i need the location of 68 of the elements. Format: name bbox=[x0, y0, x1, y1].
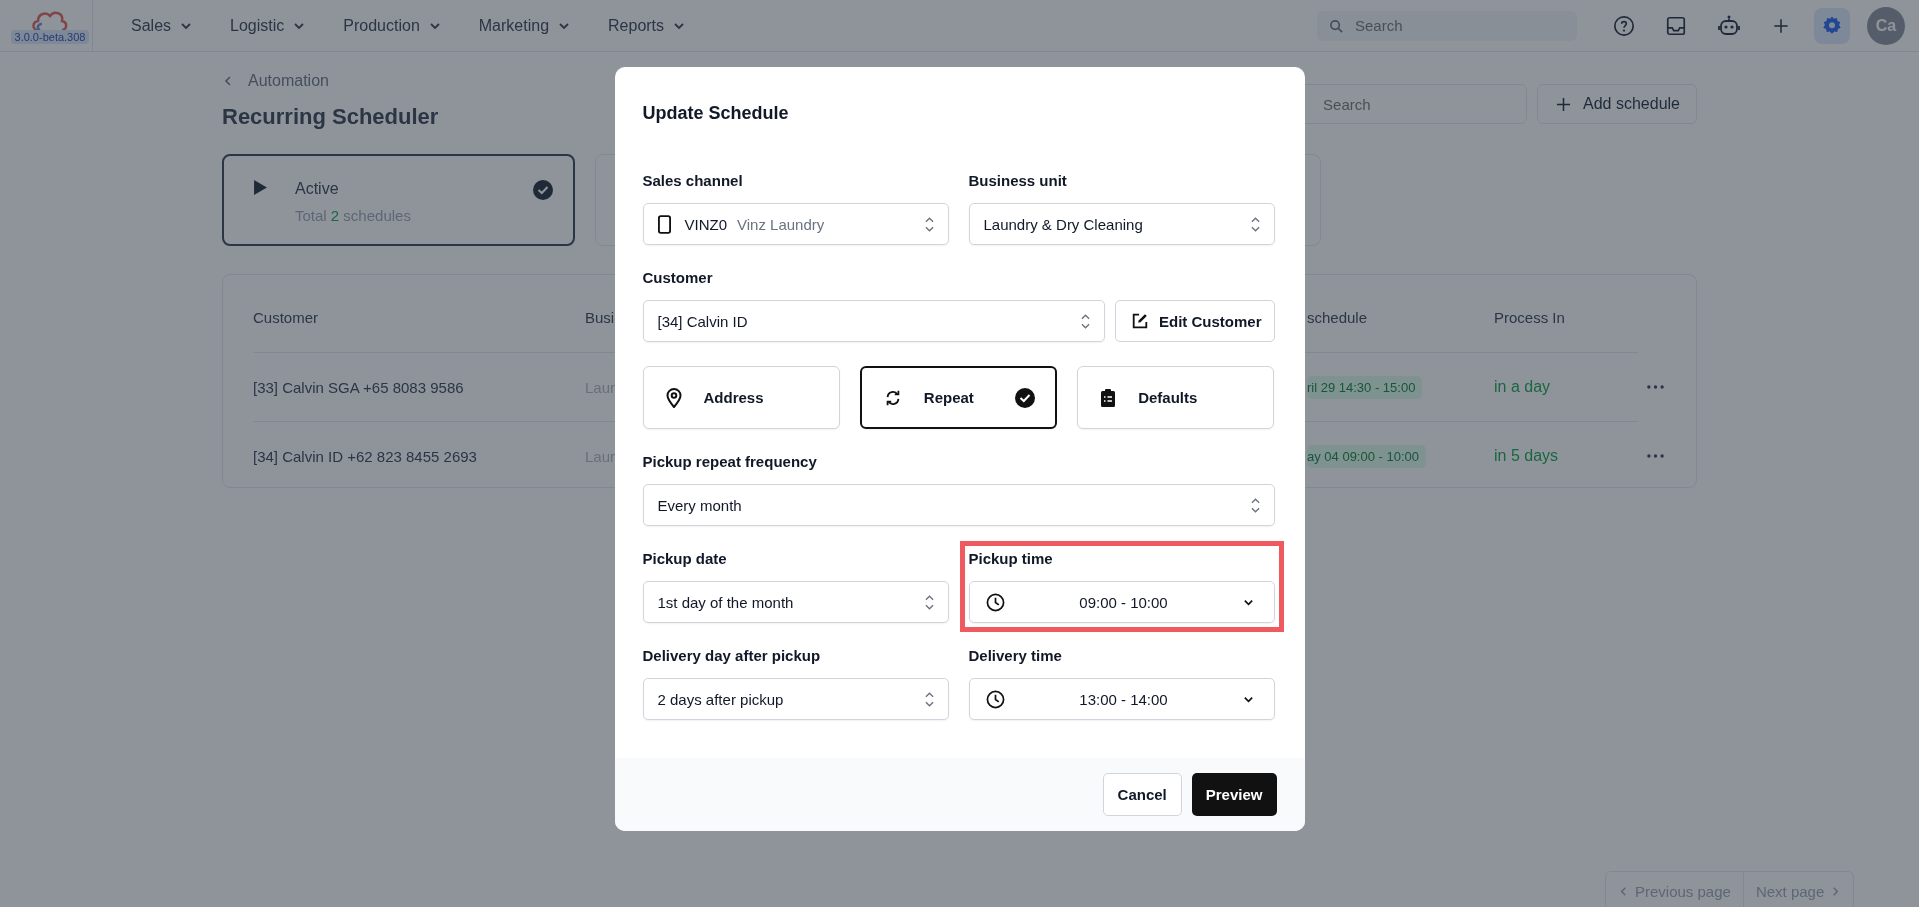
settings-button[interactable] bbox=[1814, 7, 1850, 44]
clipboard-icon bbox=[1100, 387, 1117, 408]
field-label: Delivery day after pickup bbox=[642, 647, 822, 664]
clock-icon bbox=[985, 689, 1005, 709]
sort-icon bbox=[1081, 312, 1090, 330]
sort-icon bbox=[924, 215, 934, 233]
time-select[interactable]: 13:00 - 14:00 bbox=[968, 678, 1275, 720]
preview-button[interactable]: Preview bbox=[1191, 773, 1277, 816]
check-circle-icon bbox=[1015, 387, 1036, 408]
table-cell: [33] Calvin SGA +65 8083 9586 bbox=[253, 378, 464, 396]
plus-icon bbox=[1556, 96, 1572, 112]
section-tab[interactable]: Address bbox=[642, 366, 840, 429]
column-header: schedule bbox=[1307, 309, 1368, 326]
column-header: Customer bbox=[253, 309, 319, 326]
field-label: Pickup repeat frequency bbox=[642, 453, 818, 470]
nav-menu[interactable]: Logistic bbox=[214, 16, 328, 35]
check-circle-icon bbox=[533, 180, 553, 200]
frequency-select[interactable]: Every month bbox=[642, 484, 1275, 526]
search-icon bbox=[1329, 18, 1344, 34]
search-field[interactable]: Search bbox=[1317, 10, 1577, 41]
inbox-icon[interactable] bbox=[1665, 14, 1687, 37]
field-label: Customer bbox=[642, 269, 714, 286]
nav-menu[interactable]: Sales bbox=[115, 16, 215, 35]
select-field[interactable]: 1st day of the month bbox=[642, 581, 949, 623]
table-cell: in 5 days bbox=[1494, 447, 1559, 465]
dialog-title: Update Schedule bbox=[642, 103, 790, 124]
section-tab[interactable]: Repeat bbox=[859, 366, 1058, 429]
section-tab[interactable]: Defaults bbox=[1077, 366, 1275, 429]
sort-icon bbox=[924, 593, 934, 611]
field-label: Pickup date bbox=[642, 550, 728, 567]
chevron-left-icon bbox=[222, 75, 234, 87]
play-icon bbox=[254, 180, 267, 195]
column-header: Busi bbox=[585, 309, 615, 326]
field-label: Sales channel bbox=[642, 172, 744, 189]
help-icon[interactable] bbox=[1613, 14, 1635, 37]
version-badge: 3.0.0-beta.308 bbox=[10, 29, 90, 44]
table-cell: [34] Calvin ID +62 823 8455 2693 bbox=[253, 447, 477, 465]
more-icon[interactable] bbox=[1647, 385, 1664, 389]
more-icon[interactable] bbox=[1647, 454, 1664, 458]
cancel-button[interactable]: Cancel bbox=[1102, 773, 1182, 816]
customer-select[interactable]: [34] Calvin ID bbox=[642, 300, 1105, 342]
map-pin-icon bbox=[665, 387, 682, 408]
field-label: Pickup time bbox=[968, 550, 1054, 567]
sales-channel-select[interactable]: VINZ0 Vinz Laundry bbox=[642, 203, 949, 245]
schedule-badge: ay 04 09:00 - 10:00 bbox=[1307, 445, 1427, 468]
nav-menu[interactable]: Marketing bbox=[462, 16, 593, 35]
schedule-badge: ril 29 14:30 - 15:00 bbox=[1307, 376, 1423, 399]
edit-icon bbox=[1131, 312, 1149, 330]
card-title: Active bbox=[295, 180, 340, 198]
column-header: Process In bbox=[1494, 309, 1565, 326]
select-field[interactable]: 2 days after pickup bbox=[642, 678, 949, 720]
sort-icon bbox=[924, 690, 934, 708]
sort-icon bbox=[1250, 215, 1260, 233]
robot-icon[interactable] bbox=[1717, 13, 1741, 38]
time-select[interactable]: 09:00 - 10:00 bbox=[968, 581, 1275, 623]
nav-menu[interactable]: Production bbox=[327, 16, 463, 35]
sort-icon bbox=[1250, 496, 1260, 514]
page-title: Recurring Scheduler bbox=[222, 104, 439, 130]
table-cell: in a day bbox=[1494, 378, 1551, 396]
add-schedule-button[interactable]: Add schedule bbox=[1537, 84, 1697, 124]
clock-icon bbox=[985, 592, 1005, 612]
edit-customer-button[interactable]: Edit Customer bbox=[1115, 300, 1275, 342]
chevron-left-icon bbox=[1618, 885, 1629, 897]
field-label: Delivery time bbox=[968, 647, 1063, 664]
phone-icon bbox=[657, 214, 671, 234]
nav-menu[interactable]: Reports bbox=[592, 16, 708, 35]
field-label: Business unit bbox=[968, 172, 1068, 189]
business-unit-select[interactable]: Laundry & Dry Cleaning bbox=[968, 203, 1275, 245]
